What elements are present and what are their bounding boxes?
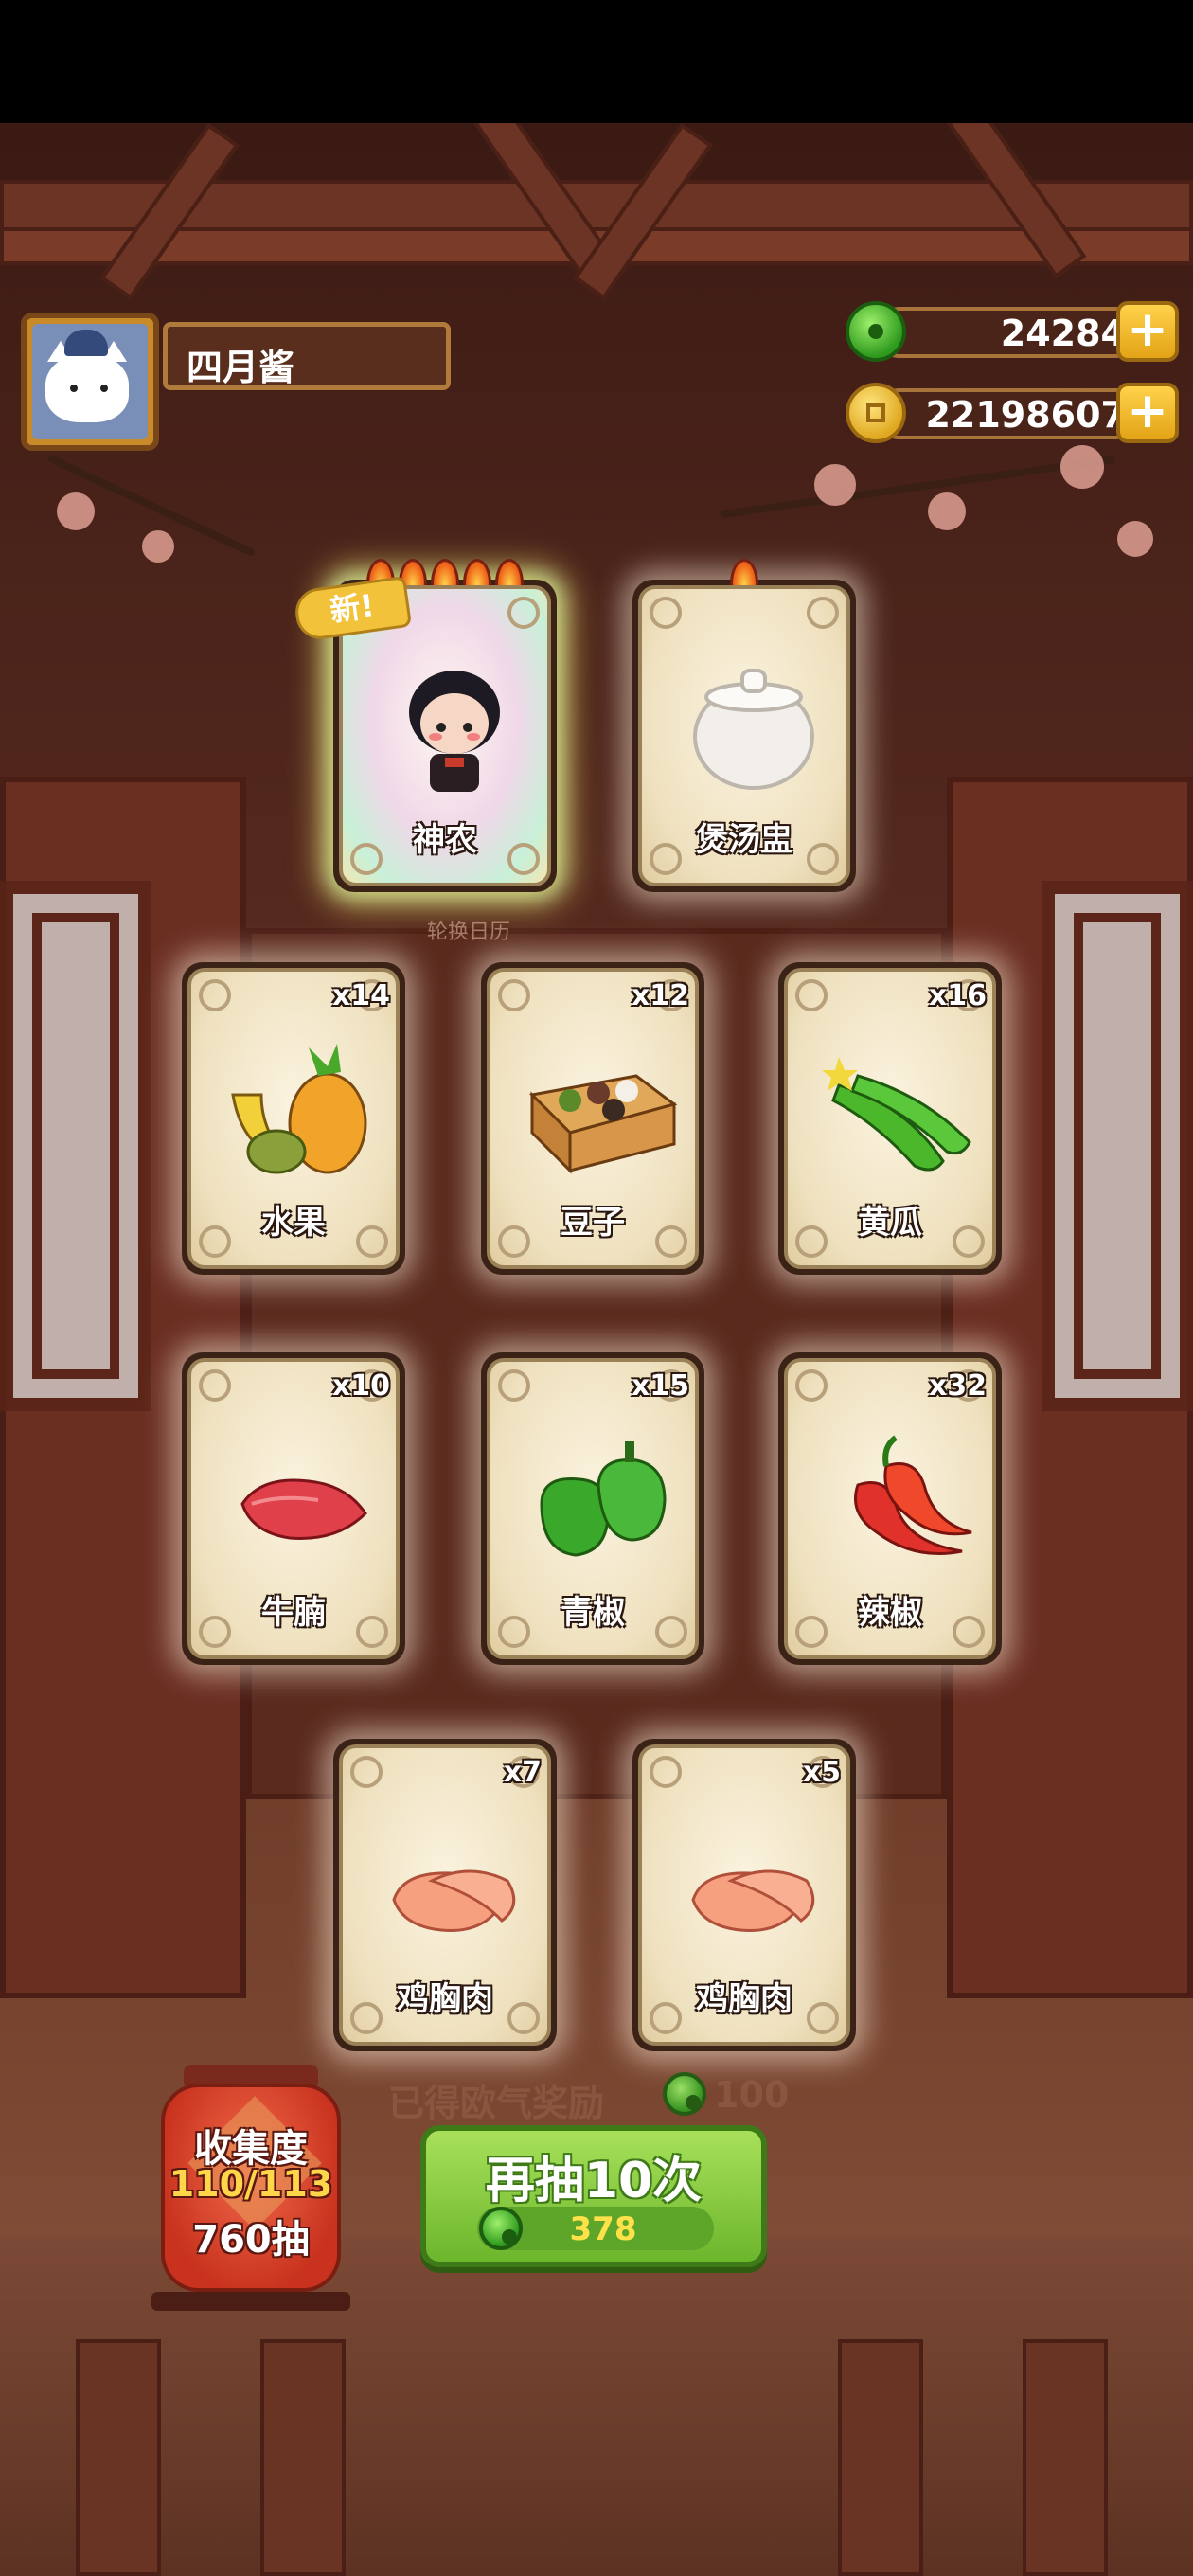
add-jade-button[interactable]: + [1116, 301, 1179, 362]
jade-icon [846, 301, 906, 362]
collection-lantern[interactable]: 收集度 110/113 760抽 [151, 2065, 350, 2320]
fence-post [76, 2339, 161, 2576]
card-cucumber[interactable]: x16 黄瓜 [778, 962, 1002, 1275]
coin-amount: 22198607 [925, 394, 1126, 436]
card-count: x10 [331, 1369, 390, 1403]
collection-draws: 760抽 [192, 2218, 310, 2262]
fruit-art [231, 1044, 367, 1174]
reward-value: 100 [714, 2074, 790, 2116]
card-label: 辣椒 [858, 1594, 922, 1632]
card-count: x7 [503, 1756, 542, 1789]
soup-pot-art [693, 669, 814, 790]
currency-coin: 22198607 + [846, 383, 1179, 443]
player-name-plate: 四月酱 [163, 322, 451, 390]
avatar-cat-face [45, 354, 129, 422]
avatar-hat [64, 330, 108, 356]
avatar-eye [70, 385, 78, 392]
beans-box-art [528, 1074, 678, 1174]
card-count: x15 [631, 1369, 689, 1403]
card-count: x5 [802, 1756, 841, 1789]
card-beef[interactable]: x10 牛腩 [182, 1352, 405, 1665]
card-beans[interactable]: x12 豆子 [481, 962, 704, 1275]
fence-post [260, 2339, 346, 2576]
draw-again-label: 再抽10次 [485, 2153, 703, 2209]
fence-post [838, 2339, 923, 2576]
card-count: x32 [928, 1369, 987, 1403]
card-label: 豆子 [561, 1204, 625, 1242]
blossom [814, 464, 856, 506]
card-green-pepper[interactable]: x15 青椒 [481, 1352, 704, 1665]
player-name: 四月酱 [187, 347, 295, 388]
card-chicken-breast[interactable]: x7 鸡胸肉 [333, 1739, 557, 2051]
currency-jade: 24284 + [846, 301, 1179, 362]
card-count: x16 [928, 979, 987, 1012]
card-chili[interactable]: x32 辣椒 [778, 1352, 1002, 1665]
rotation-calendar-label[interactable]: 轮换日历 [398, 915, 540, 945]
draw-again-button[interactable]: 再抽10次 378 [420, 2125, 767, 2267]
lattice-window-left [0, 881, 151, 1411]
fence-post [1023, 2339, 1108, 2576]
blossom [57, 492, 95, 530]
card-label: 黄瓜 [858, 1204, 922, 1242]
card-label: 牛腩 [261, 1594, 326, 1632]
card-shennong[interactable]: 新! 神农 [292, 559, 557, 892]
card-label: 青椒 [561, 1594, 625, 1632]
draw-cost-value: 378 [569, 2210, 637, 2248]
chili-art [854, 1435, 972, 1555]
cucumber-art [822, 1057, 971, 1172]
collection-progress: 110/113 [169, 2163, 333, 2205]
green-pepper-art [540, 1441, 667, 1557]
blossom-branch [721, 455, 1116, 519]
card-count: x14 [331, 979, 390, 1012]
jade-amount: 24284 [1000, 313, 1126, 354]
add-coin-button[interactable]: + [1116, 383, 1179, 443]
chicken-breast-art [392, 1869, 516, 1933]
lattice-window-right [1042, 881, 1193, 1411]
avatar[interactable] [21, 313, 159, 451]
status-bar [0, 0, 1193, 123]
blossom [1060, 445, 1104, 489]
card-soup-pot[interactable]: 煲汤盅 [632, 559, 856, 892]
card-label: 鸡胸肉 [397, 1980, 493, 2018]
card-label: 煲汤盅 [696, 821, 792, 859]
avatar-eye [100, 385, 108, 392]
reward-text: 已得欧气奖励 [388, 2083, 605, 2124]
chicken-breast-art [691, 1869, 815, 1933]
blossom [928, 492, 966, 530]
card-chicken-breast[interactable]: x5 鸡胸肉 [632, 1739, 856, 2051]
card-label: 神农 [413, 821, 477, 859]
beef-art [240, 1478, 367, 1540]
card-label: 鸡胸肉 [696, 1980, 792, 2018]
coin-icon [846, 383, 906, 443]
jade-icon [663, 2072, 706, 2116]
card-fruit[interactable]: x14 水果 [182, 962, 405, 1275]
chibi-character-art [409, 671, 500, 792]
blossom [1117, 521, 1153, 557]
card-count: x12 [631, 979, 689, 1012]
blossom [142, 530, 174, 563]
card-label: 水果 [261, 1204, 326, 1242]
